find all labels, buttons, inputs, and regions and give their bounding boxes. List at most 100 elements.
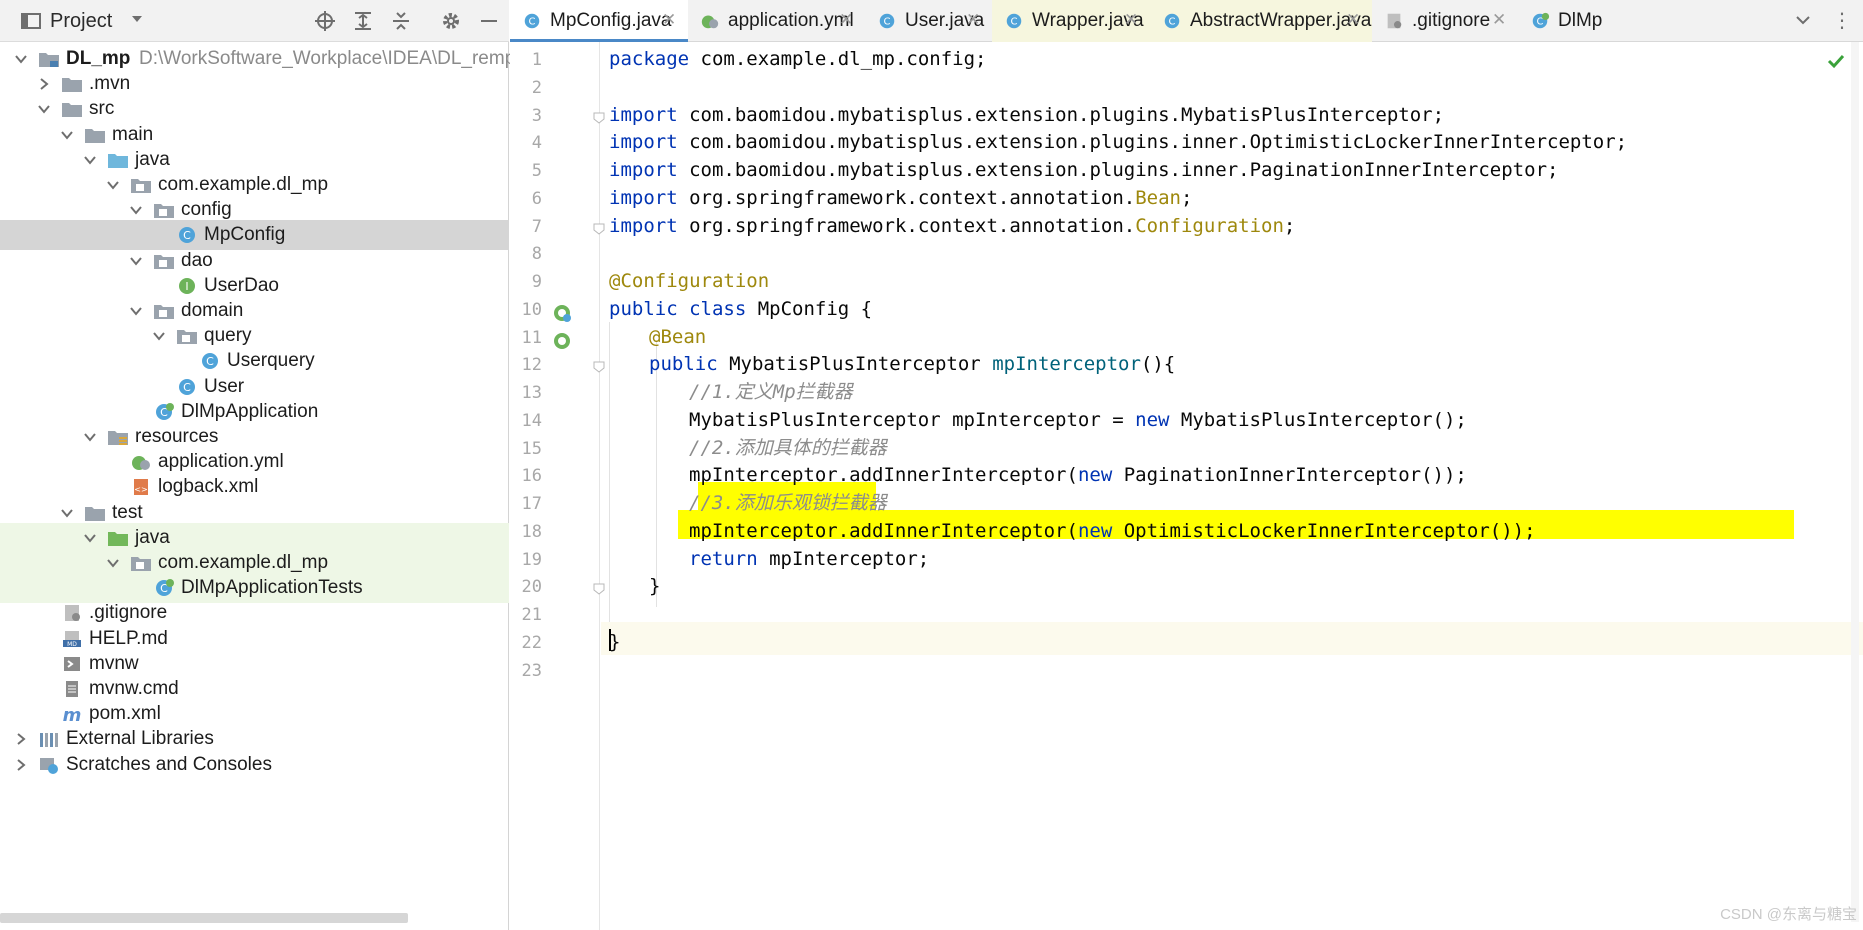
- line-number[interactable]: 11: [510, 328, 542, 348]
- close-icon[interactable]: ✕: [1492, 10, 1506, 30]
- more-options-icon[interactable]: ⋮: [1832, 8, 1852, 33]
- code-text: MybatisPlusInterceptor();: [1169, 408, 1467, 431]
- chevron-down-icon[interactable]: [129, 203, 143, 217]
- line-number[interactable]: 15: [510, 439, 542, 459]
- package-icon: [153, 201, 175, 219]
- line-number[interactable]: 7: [510, 217, 542, 237]
- annotation: @Bean: [649, 325, 707, 348]
- svg-text:MD: MD: [67, 641, 77, 648]
- chevron-down-icon[interactable]: [129, 254, 143, 268]
- code-line[interactable]: package com.example.dl_mp.config;: [609, 43, 987, 76]
- line-number[interactable]: 21: [510, 605, 542, 625]
- class-icon: C: [176, 226, 198, 244]
- line-number[interactable]: 23: [510, 661, 542, 681]
- annotation: @Configuration: [609, 270, 770, 292]
- chevron-down-icon[interactable]: [129, 304, 143, 318]
- line-number[interactable]: 10: [510, 300, 542, 320]
- line-number[interactable]: 6: [510, 189, 542, 209]
- close-icon[interactable]: ✕: [966, 10, 980, 30]
- line-number[interactable]: 13: [510, 383, 542, 403]
- tree-item-label: mvnw.cmd: [89, 678, 179, 699]
- line-number[interactable]: 1: [510, 50, 542, 70]
- editor-tab[interactable]: .gitignore ✕: [1372, 0, 1518, 42]
- tree-item-label: logback.xml: [158, 476, 259, 498]
- project-view-icon[interactable]: [20, 10, 42, 32]
- code-text: ;: [1180, 186, 1193, 209]
- tree-item-label: query: [204, 325, 252, 347]
- code-area[interactable]: package com.example.dl_mp.config;import …: [601, 42, 1863, 930]
- line-number[interactable]: 22: [510, 633, 542, 653]
- tree-item-label: MpConfig: [204, 224, 286, 246]
- class-icon: C: [1004, 11, 1024, 31]
- chevron-down-icon[interactable]: [106, 556, 120, 570]
- chevron-down-icon[interactable]: [37, 102, 51, 116]
- close-icon[interactable]: ✕: [839, 10, 853, 30]
- chevron-right-icon[interactable]: [14, 758, 28, 772]
- chevron-down-icon[interactable]: [83, 153, 97, 167]
- chevron-down-icon[interactable]: [1793, 10, 1813, 30]
- line-number[interactable]: 4: [510, 133, 542, 153]
- code-text: com.baomidou.mybatisplus.extension.plugi…: [677, 103, 1445, 126]
- editor-tab[interactable]: C User.java ✕: [865, 0, 992, 42]
- editor-tab[interactable]: C Wrapper.java ✕: [992, 0, 1150, 42]
- tree-item-label: resources: [135, 426, 219, 447]
- close-icon[interactable]: ✕: [1346, 10, 1360, 30]
- minimize-icon[interactable]: [478, 10, 500, 32]
- spring-bean-icon[interactable]: [552, 331, 572, 351]
- line-number[interactable]: 5: [510, 161, 542, 181]
- class-icon: C: [1162, 11, 1182, 31]
- code-line[interactable]: return mpInterceptor;: [689, 543, 929, 576]
- tab-label: MpConfig.java: [550, 10, 672, 31]
- editor-tab[interactable]: C AbstractWrapper.java ✕: [1150, 0, 1372, 42]
- gear-icon[interactable]: [440, 10, 462, 32]
- chevron-down-icon[interactable]: [83, 531, 97, 545]
- collapse-all-icon[interactable]: [390, 10, 412, 32]
- line-number[interactable]: 19: [510, 550, 542, 570]
- line-number[interactable]: 20: [510, 577, 542, 597]
- expand-all-icon[interactable]: [352, 10, 374, 32]
- close-icon[interactable]: ✕: [662, 10, 676, 30]
- editor-gutter: 1 2 3 4 5 6 7 8 9 10 11 12 13 14 15 16 17 18 19 20 21 22 23: [510, 42, 605, 930]
- chevron-down-icon[interactable]: [106, 178, 120, 192]
- chevron-right-icon[interactable]: [14, 732, 28, 746]
- tree-item-label: DlMpApplicationTests: [181, 577, 363, 599]
- line-number[interactable]: 12: [510, 355, 542, 375]
- chevron-down-icon[interactable]: [130, 12, 144, 26]
- scratches-icon: [38, 756, 60, 774]
- gitignore-icon: [61, 604, 83, 622]
- line-number[interactable]: 18: [510, 522, 542, 542]
- chevron-down-icon[interactable]: [83, 430, 97, 444]
- editor-tab[interactable]: C DlMp: [1518, 0, 1618, 42]
- spring-run-icon[interactable]: [552, 303, 572, 323]
- project-tree: DL_mp D:\WorkSoftware_Workplace\IDEA\DL_r…: [0, 42, 515, 912]
- chevron-down-icon[interactable]: [14, 52, 28, 66]
- line-number[interactable]: 14: [510, 411, 542, 431]
- editor-tab[interactable]: application.yml ✕: [688, 0, 865, 42]
- horizontal-scrollbar[interactable]: [0, 913, 408, 923]
- line-number[interactable]: 2: [510, 78, 542, 98]
- vertical-scrollbar[interactable]: [1851, 42, 1859, 922]
- tree-item-label: mvnw: [89, 652, 139, 674]
- line-number[interactable]: 9: [510, 272, 542, 292]
- project-panel-title[interactable]: Project: [50, 10, 112, 33]
- chevron-down-icon[interactable]: [60, 506, 74, 520]
- line-number[interactable]: 17: [510, 494, 542, 514]
- line-number[interactable]: 8: [510, 244, 542, 264]
- code-line[interactable]: import org.springframework.context.annot…: [609, 210, 1295, 243]
- comment: //2.添加具体的拦截器: [689, 436, 887, 459]
- chevron-down-icon[interactable]: [60, 128, 74, 142]
- checkmark-icon[interactable]: [1827, 52, 1845, 70]
- code-text: org.springframework.context.annotation.: [677, 214, 1136, 237]
- code-line[interactable]: }: [649, 570, 660, 603]
- line-number[interactable]: 16: [510, 466, 542, 486]
- tree-row[interactable]: Scratches and Consoles: [0, 750, 509, 780]
- line-number[interactable]: 3: [510, 106, 542, 126]
- package-icon: [130, 176, 152, 194]
- keyword: import: [609, 159, 678, 181]
- locate-file-icon[interactable]: [314, 10, 336, 32]
- code-text: com.baomidou.mybatisplus.extension.plugi…: [677, 159, 1559, 181]
- close-icon[interactable]: ✕: [1124, 10, 1138, 30]
- editor-tab[interactable]: C MpConfig.java ✕: [510, 0, 688, 42]
- chevron-right-icon[interactable]: [37, 77, 51, 91]
- chevron-down-icon[interactable]: [152, 329, 166, 343]
